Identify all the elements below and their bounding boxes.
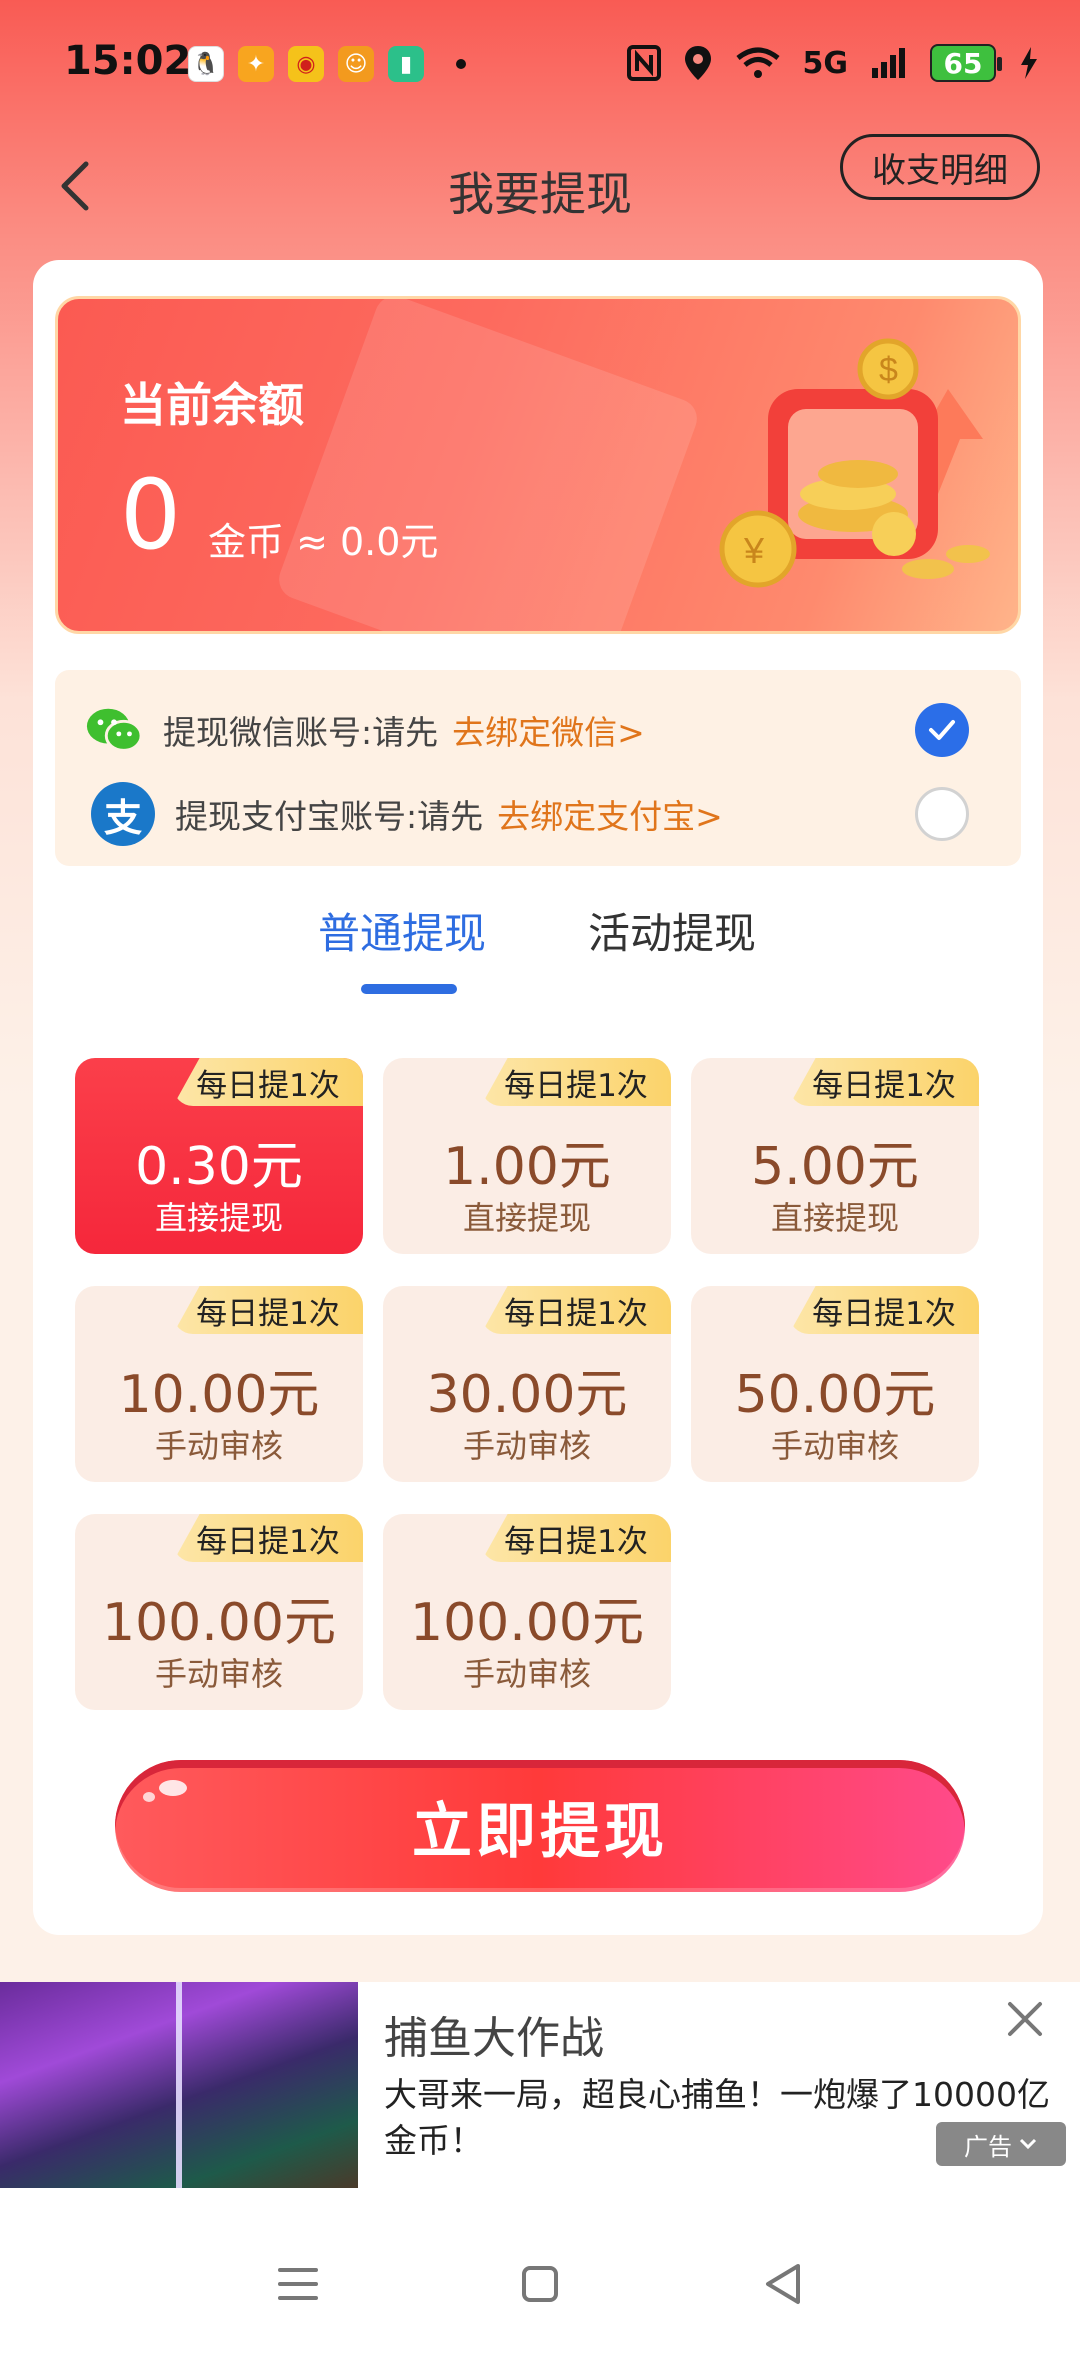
qq-icon: 🐧	[188, 46, 224, 82]
amount-value: 50.00元	[734, 1365, 936, 1425]
bind-alipay-link[interactable]: 去绑定支付宝>	[497, 790, 723, 838]
tab-active-indicator	[361, 984, 457, 994]
amount-value: 1.00元	[443, 1137, 611, 1197]
status-app-icons: 🐧 ✦ ◉ ☺ ▮	[188, 46, 466, 82]
button-gloss	[159, 1780, 187, 1796]
amount-value: 0.30元	[135, 1137, 303, 1197]
notification-dot	[456, 59, 466, 69]
daily-limit-tag: 每日提1次	[789, 1286, 979, 1334]
back-nav-icon[interactable]	[754, 2254, 814, 2314]
close-icon[interactable]	[1000, 1994, 1050, 2044]
check-icon	[929, 720, 955, 740]
daily-limit-tag: 每日提1次	[789, 1058, 979, 1106]
amount-method: 直接提现	[154, 1199, 283, 1237]
amount-option[interactable]: 每日提1次 0.30元 直接提现	[75, 1058, 363, 1254]
ad-banner[interactable]: 捕鱼大作战 大哥来一局，超良心捕鱼！一炮爆了10000亿金币！ 广告	[0, 1982, 1080, 2188]
svg-text:$: $	[879, 351, 898, 389]
status-indicators: 5G 65	[626, 44, 1041, 82]
button-gloss	[143, 1792, 155, 1802]
menu-icon[interactable]	[268, 2254, 328, 2314]
balance-amount: 0	[120, 459, 182, 571]
app-face-icon: ☺	[338, 46, 374, 82]
withdraw-card: 当前余额 0 金币 ≈ 0.0元 $ ¥ 提现微信账号:请先 去绑定微信> 支 …	[33, 260, 1043, 1935]
alipay-icon: 支	[91, 782, 155, 846]
amount-value: 30.00元	[426, 1365, 628, 1425]
daily-limit-tag: 每日提1次	[173, 1058, 363, 1106]
amount-method: 手动审核	[154, 1655, 283, 1693]
weibo-icon: ◉	[288, 46, 324, 82]
amount-option[interactable]: 每日提1次 10.00元 手动审核	[75, 1286, 363, 1482]
amount-option[interactable]: 每日提1次 100.00元 手动审核	[383, 1514, 671, 1710]
withdraw-tabs: 普通提现 活动提现	[33, 900, 1043, 1000]
account-binding-panel: 提现微信账号:请先 去绑定微信> 支 提现支付宝账号:请先 去绑定支付宝>	[55, 670, 1021, 866]
battery-app-icon: ▮	[388, 46, 424, 82]
wechat-icon	[85, 701, 143, 759]
alipay-account-text: 提现支付宝账号:请先	[175, 797, 484, 836]
chevron-down-icon	[1019, 2138, 1037, 2150]
tab-activity-withdraw[interactable]: 活动提现	[588, 900, 756, 961]
amount-method: 手动审核	[462, 1655, 591, 1693]
balance-label: 当前余额	[120, 378, 304, 432]
battery-indicator: 65	[930, 44, 1002, 82]
ad-badge[interactable]: 广告	[936, 2122, 1066, 2166]
ad-badge-label: 广告	[964, 2132, 1012, 2161]
signal-icon	[872, 48, 905, 78]
daily-limit-tag: 每日提1次	[173, 1514, 363, 1562]
amount-option[interactable]: 每日提1次 5.00元 直接提现	[691, 1058, 979, 1254]
balance-unit: 金币 ≈ 0.0元	[208, 520, 439, 564]
amount-value: 5.00元	[751, 1137, 919, 1197]
amount-method: 手动审核	[154, 1427, 283, 1465]
decorative-shine	[273, 299, 703, 631]
wechat-account-text: 提现微信账号:请先	[163, 713, 439, 752]
system-nav-bar	[0, 2188, 1080, 2362]
amount-method: 手动审核	[770, 1427, 899, 1465]
withdraw-now-button[interactable]: 立即提现	[115, 1760, 965, 1892]
bind-wechat-link[interactable]: 去绑定微信>	[452, 706, 645, 754]
daily-limit-tag: 每日提1次	[481, 1286, 671, 1334]
tab-normal-withdraw[interactable]: 普通提现	[318, 900, 486, 961]
status-time: 15:02	[64, 38, 192, 84]
ad-title[interactable]: 捕鱼大作战	[384, 2002, 604, 2066]
location-icon	[684, 46, 711, 80]
charging-icon	[1021, 47, 1037, 79]
alipay-radio-unchecked[interactable]	[915, 787, 969, 841]
alipay-account-row[interactable]: 支 提现支付宝账号:请先 去绑定支付宝>	[55, 772, 1021, 856]
amount-option[interactable]: 每日提1次 50.00元 手动审核	[691, 1286, 979, 1482]
daily-limit-tag: 每日提1次	[173, 1286, 363, 1334]
wechat-account-row[interactable]: 提现微信账号:请先 去绑定微信>	[55, 688, 1021, 772]
daily-limit-tag: 每日提1次	[481, 1058, 671, 1106]
svg-text:¥: ¥	[743, 530, 765, 571]
amount-value: 10.00元	[118, 1365, 320, 1425]
amount-method: 手动审核	[462, 1427, 591, 1465]
amount-option[interactable]: 每日提1次 1.00元 直接提现	[383, 1058, 671, 1254]
daily-limit-tag: 每日提1次	[481, 1514, 671, 1562]
withdraw-now-label: 立即提现	[412, 1796, 668, 1867]
status-bar: 15:02 🐧 ✦ ◉ ☺ ▮ 5G 65	[0, 0, 1080, 130]
amount-value: 100.00元	[102, 1593, 336, 1653]
decorative-beam	[176, 1982, 182, 2188]
page-header: 我要提现 收支明细	[0, 130, 1080, 240]
amount-option[interactable]: 每日提1次 100.00元 手动审核	[75, 1514, 363, 1710]
network-type: 5G	[802, 45, 849, 81]
ad-image[interactable]	[0, 1982, 358, 2188]
amount-option[interactable]: 每日提1次 30.00元 手动审核	[383, 1286, 671, 1482]
home-icon[interactable]	[510, 2254, 570, 2314]
balance-card: 当前余额 0 金币 ≈ 0.0元 $ ¥	[55, 296, 1021, 634]
wifi-icon	[735, 47, 780, 78]
amount-method: 直接提现	[462, 1199, 591, 1237]
income-expense-details-button[interactable]: 收支明细	[840, 134, 1040, 200]
amount-value: 100.00元	[410, 1593, 644, 1653]
app-orange-icon: ✦	[238, 46, 274, 82]
coin-box-illustration-icon: $ ¥	[719, 338, 990, 588]
wechat-radio-checked[interactable]	[915, 703, 969, 757]
nfc-icon	[626, 45, 661, 81]
amount-method: 直接提现	[770, 1199, 899, 1237]
